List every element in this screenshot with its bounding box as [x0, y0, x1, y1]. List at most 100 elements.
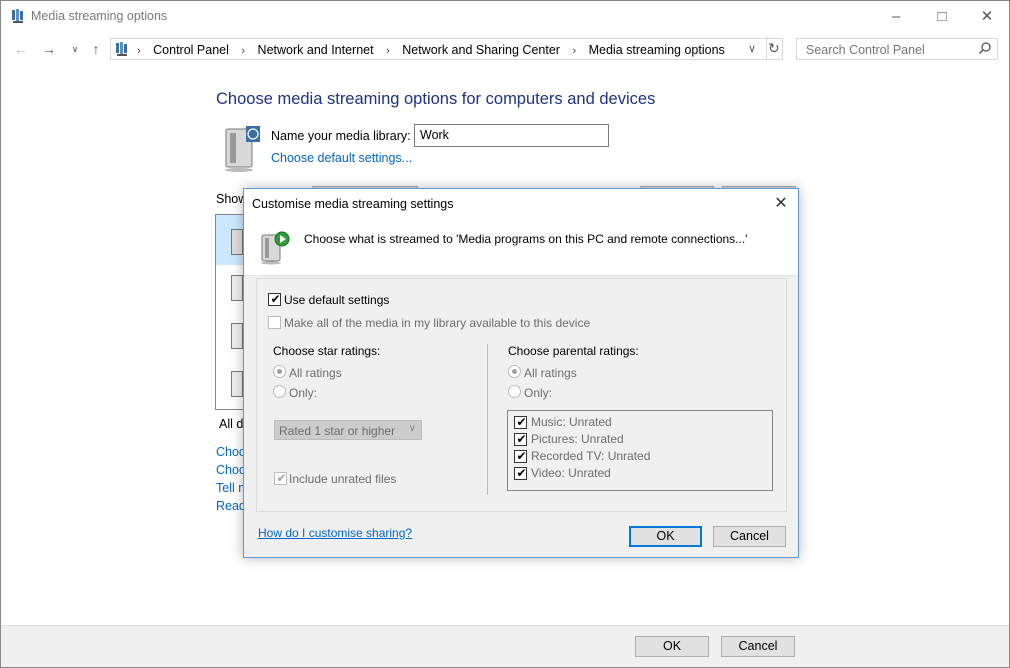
library-name-label: Name your media library:: [271, 129, 411, 143]
pictures-rating-checkbox[interactable]: ✔: [514, 432, 527, 446]
parental-only-radio[interactable]: [508, 385, 521, 398]
dialog-ok-button[interactable]: OK: [629, 526, 702, 547]
use-default-settings-label: Use default settings: [284, 293, 390, 307]
checkmark-icon: ✔: [516, 432, 527, 446]
arrow-left-icon: ←: [14, 41, 28, 57]
media-library-icon: [220, 123, 264, 176]
dialog-title-bar: Customise media streaming settings ✕: [244, 189, 798, 219]
side-link-1[interactable]: Choo: [216, 445, 246, 459]
parental-all-ratings-radio[interactable]: [508, 365, 521, 378]
radio-dot: [512, 369, 517, 374]
maximize-button[interactable]: □: [919, 1, 965, 32]
dialog-header: Choose what is streamed to 'Media progra…: [244, 219, 798, 276]
address-dropdown-icon[interactable]: ∨: [748, 42, 756, 55]
chevron-right-icon: ›: [241, 45, 246, 57]
star-only-radio[interactable]: [273, 385, 286, 398]
title-bar: Media streaming options – □ ✕: [1, 1, 1009, 32]
network-app-icon: [11, 8, 27, 27]
search-icon[interactable]: [978, 41, 992, 58]
breadcrumb-media-streaming-options[interactable]: Media streaming options: [589, 43, 725, 57]
star-all-ratings-label: All ratings: [289, 366, 342, 380]
music-rating-checkbox[interactable]: ✔: [514, 415, 527, 429]
close-button[interactable]: ✕: [964, 1, 1009, 32]
maximize-icon: □: [937, 8, 947, 25]
breadcrumb-network-and-internet[interactable]: Network and Internet: [258, 43, 374, 57]
video-rating-label: Video: Unrated: [531, 466, 611, 480]
device-icon: [231, 229, 243, 255]
dialog-cancel-button[interactable]: Cancel: [713, 526, 786, 547]
recorded-tv-rating-label: Recorded TV: Unrated: [531, 449, 651, 463]
video-rating-checkbox[interactable]: ✔: [514, 466, 527, 480]
star-all-ratings-radio[interactable]: [273, 365, 286, 378]
help-customise-sharing-link[interactable]: How do I customise sharing?: [258, 526, 412, 540]
chevron-down-icon: ∨: [408, 423, 416, 434]
parental-ratings-list[interactable]: ✔ Music: Unrated ✔ Pictures: Unrated ✔ R…: [507, 410, 773, 491]
page-title: Choose media streaming options for compu…: [216, 90, 656, 108]
recorded-tv-rating-checkbox[interactable]: ✔: [514, 449, 527, 463]
side-link-2[interactable]: Choo: [216, 463, 246, 477]
footer-cancel-button[interactable]: Cancel: [721, 636, 795, 657]
recent-locations-button[interactable]: ∨: [65, 39, 85, 59]
chevron-right-icon: ›: [572, 45, 577, 57]
checkmark-icon: ✔: [276, 471, 287, 485]
dialog-title: Customise media streaming settings: [252, 197, 454, 211]
minimize-icon: –: [891, 8, 901, 25]
checkmark-icon: ✔: [270, 292, 281, 306]
make-all-media-label: Make all of the media in my library avai…: [284, 316, 591, 330]
device-list[interactable]: [215, 214, 245, 410]
star-rating-dropdown-value: Rated 1 star or higher: [279, 424, 396, 438]
column-divider: [487, 344, 488, 495]
device-icon: [231, 323, 243, 349]
search-box[interactable]: [796, 38, 998, 60]
window-title: Media streaming options: [31, 9, 168, 23]
close-icon: ✕: [774, 195, 788, 212]
dialog-close-button[interactable]: ✕: [770, 193, 792, 215]
radio-dot: [277, 369, 282, 374]
checkmark-icon: ✔: [516, 415, 527, 429]
use-default-settings-checkbox[interactable]: ✔: [268, 292, 281, 306]
breadcrumb: › Control Panel › Network and Internet ›…: [137, 43, 725, 57]
star-only-label: Only:: [289, 386, 318, 400]
control-panel-icon: [115, 41, 131, 60]
star-ratings-heading: Choose star ratings:: [273, 344, 381, 358]
make-all-media-checkbox[interactable]: [268, 316, 281, 329]
chevron-right-icon: ›: [386, 45, 390, 57]
device-icon: [231, 371, 243, 397]
footer-ok-button[interactable]: OK: [635, 636, 709, 657]
include-unrated-checkbox[interactable]: ✔: [274, 471, 287, 485]
include-unrated-label: Include unrated files: [289, 472, 397, 486]
chevron-down-icon: ∨: [71, 44, 79, 54]
side-link-4[interactable]: Read: [216, 499, 246, 513]
arrow-right-icon: →: [42, 41, 56, 57]
checkmark-icon: ✔: [516, 449, 527, 463]
forward-button[interactable]: →: [39, 39, 59, 59]
customise-streaming-dialog: Customise media streaming settings ✕ Cho…: [243, 188, 799, 558]
search-input[interactable]: [804, 42, 968, 58]
checkmark-icon: ✔: [516, 466, 527, 480]
parental-all-ratings-label: All ratings: [524, 366, 577, 380]
footer-bar: OK Cancel: [1, 625, 1009, 667]
breadcrumb-control-panel[interactable]: Control Panel: [153, 43, 229, 57]
navigation-bar: ← → ∨ ↑ › Control Panel › Network and In…: [1, 35, 1009, 63]
up-button[interactable]: ↑: [86, 39, 106, 59]
refresh-icon[interactable]: ↻: [768, 40, 780, 57]
pictures-rating-label: Pictures: Unrated: [531, 432, 624, 446]
minimize-button[interactable]: –: [873, 1, 919, 32]
arrow-up-icon: ↑: [92, 41, 100, 57]
media-device-icon: [258, 229, 292, 268]
music-rating-label: Music: Unrated: [531, 415, 612, 429]
close-icon: ✕: [980, 8, 994, 25]
choose-default-settings-link[interactable]: Choose default settings...: [271, 151, 412, 165]
star-rating-dropdown[interactable]: Rated 1 star or higher ∨: [274, 420, 422, 440]
address-divider: [766, 37, 767, 59]
library-name-input[interactable]: Work: [414, 124, 609, 147]
chevron-right-icon: ›: [137, 45, 141, 57]
device-icon: [231, 275, 243, 301]
parental-ratings-heading: Choose parental ratings:: [508, 344, 639, 358]
breadcrumb-network-sharing-center[interactable]: Network and Sharing Center: [402, 43, 560, 57]
dialog-description: Choose what is streamed to 'Media progra…: [304, 232, 748, 246]
address-bar[interactable]: › Control Panel › Network and Internet ›…: [110, 37, 783, 60]
library-name-value: Work: [420, 128, 449, 142]
parental-only-label: Only:: [524, 386, 553, 400]
back-button[interactable]: ←: [11, 39, 31, 59]
